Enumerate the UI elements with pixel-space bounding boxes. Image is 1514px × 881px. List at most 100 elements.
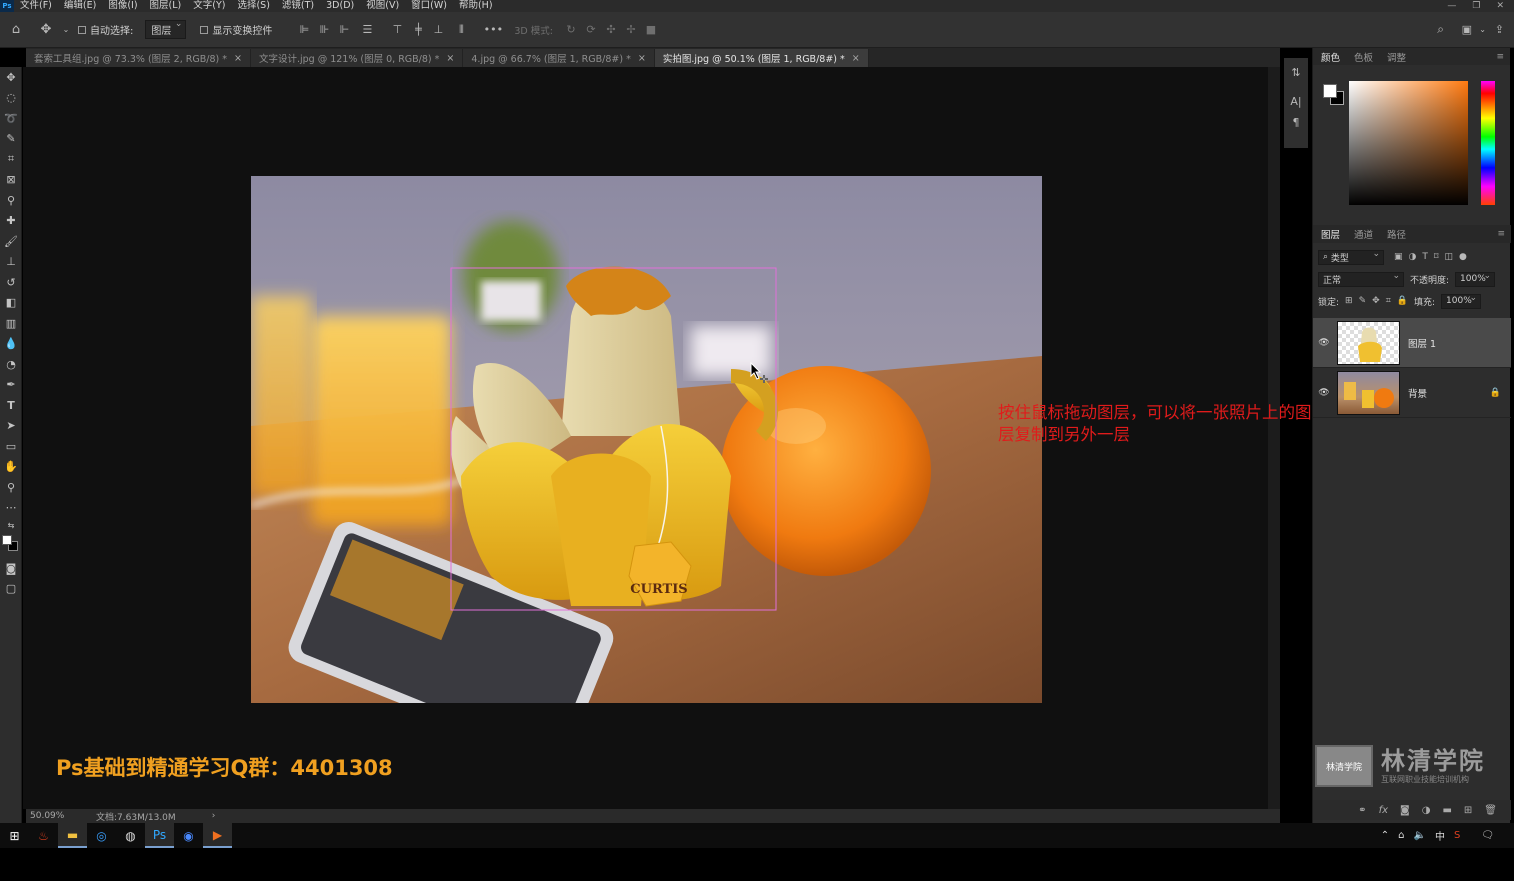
minimize-button[interactable]: — [1447, 0, 1456, 12]
app-icon-1[interactable]: ♨ [29, 823, 58, 848]
lasso-tool-icon[interactable]: ➰ [0, 108, 22, 129]
edit-toolbar-icon[interactable]: ⋯ [0, 498, 22, 519]
pixel-filter-icon[interactable]: ▣ [1394, 252, 1403, 262]
network-icon[interactable]: ⌂ [1398, 830, 1404, 841]
menu-file[interactable]: 文件(F) [14, 0, 58, 12]
marquee-tool-icon[interactable]: ◌ [0, 88, 22, 109]
color-picker-field[interactable] [1349, 81, 1468, 205]
3d-camera-icon[interactable]: ■ [641, 23, 661, 36]
type-tool-icon[interactable]: T [0, 395, 22, 416]
close-icon[interactable]: × [234, 53, 242, 64]
eraser-tool-icon[interactable]: ◧ [0, 293, 22, 314]
type-filter-icon[interactable]: T [1422, 252, 1428, 262]
menu-image[interactable]: 图像(I) [102, 0, 143, 12]
move-tool-icon[interactable]: ✥ [0, 67, 22, 88]
blend-mode-dropdown[interactable]: 正常 [1318, 271, 1404, 287]
crop-tool-icon[interactable]: ⌗ [0, 149, 22, 170]
workspace-icon[interactable]: ▣ [1462, 23, 1472, 36]
app-icon-2[interactable]: ◍ [116, 823, 145, 848]
link-icon[interactable]: ⚭ [1358, 805, 1366, 816]
trash-icon[interactable]: 🗑 [1484, 805, 1497, 816]
share-icon[interactable]: ⇪ [1495, 23, 1504, 36]
properties-icon[interactable]: ⇅ [1284, 66, 1308, 79]
panel-menu-icon[interactable]: ≡ [1497, 229, 1505, 239]
fx-icon[interactable]: fx [1379, 805, 1388, 816]
chevron-down-icon[interactable]: ⌄ [1479, 25, 1486, 34]
layer-name[interactable]: 背景 [1408, 386, 1490, 400]
swap-colors-icon[interactable]: ⇆ [0, 518, 22, 532]
auto-select-option[interactable]: 自动选择: [78, 22, 133, 37]
notification-icon[interactable]: 🗨 [1481, 830, 1494, 841]
clone-stamp-tool-icon[interactable]: ⊥ [0, 252, 22, 273]
align-bottom-icon[interactable]: ⊥ [428, 23, 448, 36]
3d-orbit-icon[interactable]: ↻ [561, 23, 581, 36]
tab-adjustments[interactable]: 调整 [1387, 50, 1406, 64]
brush-tool-icon[interactable]: 🖌 [0, 231, 22, 252]
folder-icon[interactable]: ▬ [1442, 805, 1451, 816]
tab-swatches[interactable]: 色板 [1354, 50, 1373, 64]
eyedropper-tool-icon[interactable]: ⚲ [0, 190, 22, 211]
fill-input[interactable]: 100% [1441, 293, 1482, 309]
tab-photo-active[interactable]: 实拍图.jpg @ 50.1% (图层 1, RGB/8#) * × [654, 49, 869, 67]
windows-start-icon[interactable]: ⊞ [0, 823, 29, 848]
tab-color[interactable]: 颜色 [1321, 50, 1340, 64]
3d-pan-icon[interactable]: ✣ [601, 23, 621, 36]
history-brush-tool-icon[interactable]: ↺ [0, 272, 22, 293]
menu-window[interactable]: 窗口(W) [405, 0, 453, 12]
foreground-color-swatch[interactable] [1323, 84, 1337, 98]
close-icon[interactable]: × [852, 53, 860, 64]
app-icon-3[interactable]: ◉ [174, 823, 203, 848]
volume-icon[interactable]: 🔈 [1413, 830, 1425, 841]
lock-all-icon[interactable]: 🔒 [1397, 296, 1408, 306]
lock-transparency-icon[interactable]: ⊞ [1345, 296, 1353, 306]
tab-text-design[interactable]: 文字设计.jpg @ 121% (图层 0, RGB/8) * × [250, 49, 464, 67]
rectangle-tool-icon[interactable]: ▭ [0, 436, 22, 457]
ime-icon[interactable]: S [1454, 830, 1460, 841]
move-tool-preset-icon[interactable]: ✥ [32, 22, 60, 37]
show-transform-checkbox[interactable] [200, 25, 209, 34]
align-top-icon[interactable]: ⊤ [386, 23, 408, 36]
shape-filter-icon[interactable]: ⌑ [1434, 252, 1439, 262]
browser-icon[interactable]: ◎ [87, 823, 116, 848]
document-image[interactable]: CURTIS [251, 176, 1042, 703]
panel-menu-icon[interactable]: ≡ [1496, 52, 1504, 62]
blur-tool-icon[interactable]: 💧 [0, 334, 22, 355]
distribute-icon[interactable]: ☰ [354, 23, 380, 36]
distribute-vertical-icon[interactable]: ⫴ [448, 23, 474, 37]
color-swatches[interactable] [0, 532, 22, 558]
lock-artboard-icon[interactable]: ⌗ [1386, 296, 1391, 306]
mask-icon[interactable]: ◙ [1400, 805, 1410, 816]
frame-tool-icon[interactable]: ⊠ [0, 170, 22, 191]
3d-slide-icon[interactable]: ✢ [621, 23, 641, 36]
lock-position-icon[interactable]: ✥ [1372, 296, 1380, 306]
close-icon[interactable]: × [638, 53, 646, 64]
menu-3d[interactable]: 3D(D) [320, 0, 360, 12]
status-menu-arrow[interactable]: › [212, 811, 216, 821]
menu-filter[interactable]: 滤镜(T) [276, 0, 320, 12]
new-layer-icon[interactable]: ⊞ [1464, 805, 1472, 816]
show-transform-option[interactable]: 显示变换控件 [200, 22, 272, 37]
healing-brush-tool-icon[interactable]: ✚ [0, 211, 22, 232]
eye-icon[interactable]: 👁 [1313, 388, 1335, 398]
align-left-icon[interactable]: ⊫ [294, 23, 314, 36]
eye-icon[interactable]: 👁 [1313, 338, 1335, 348]
pen-tool-icon[interactable]: ✒ [0, 375, 22, 396]
home-icon[interactable]: ⌂ [0, 22, 32, 37]
filter-toggle-icon[interactable]: ● [1459, 252, 1467, 262]
menu-select[interactable]: 选择(S) [231, 0, 275, 12]
hand-tool-icon[interactable]: ✋ [0, 457, 22, 478]
tab-lasso-group[interactable]: 套索工具组.jpg @ 73.3% (图层 2, RGB/8) * × [26, 49, 251, 67]
align-right-icon[interactable]: ⊩ [334, 23, 354, 36]
input-language[interactable]: 中 [1435, 828, 1445, 843]
adjustment-icon[interactable]: ◑ [1422, 805, 1431, 816]
dodge-tool-icon[interactable]: ◔ [0, 354, 22, 375]
tab-layers[interactable]: 图层 [1321, 227, 1340, 241]
tab-channels[interactable]: 通道 [1354, 227, 1373, 241]
restore-button[interactable]: ❐ [1472, 0, 1480, 12]
layer-filter-dropdown[interactable]: ⌕ 类型 [1318, 249, 1384, 265]
foreground-color-swatch[interactable] [2, 535, 12, 545]
path-select-tool-icon[interactable]: ➤ [0, 416, 22, 437]
screen-mode-icon[interactable]: ▢ [0, 579, 22, 600]
3d-roll-icon[interactable]: ⟳ [581, 23, 601, 36]
menu-help[interactable]: 帮助(H) [453, 0, 499, 12]
